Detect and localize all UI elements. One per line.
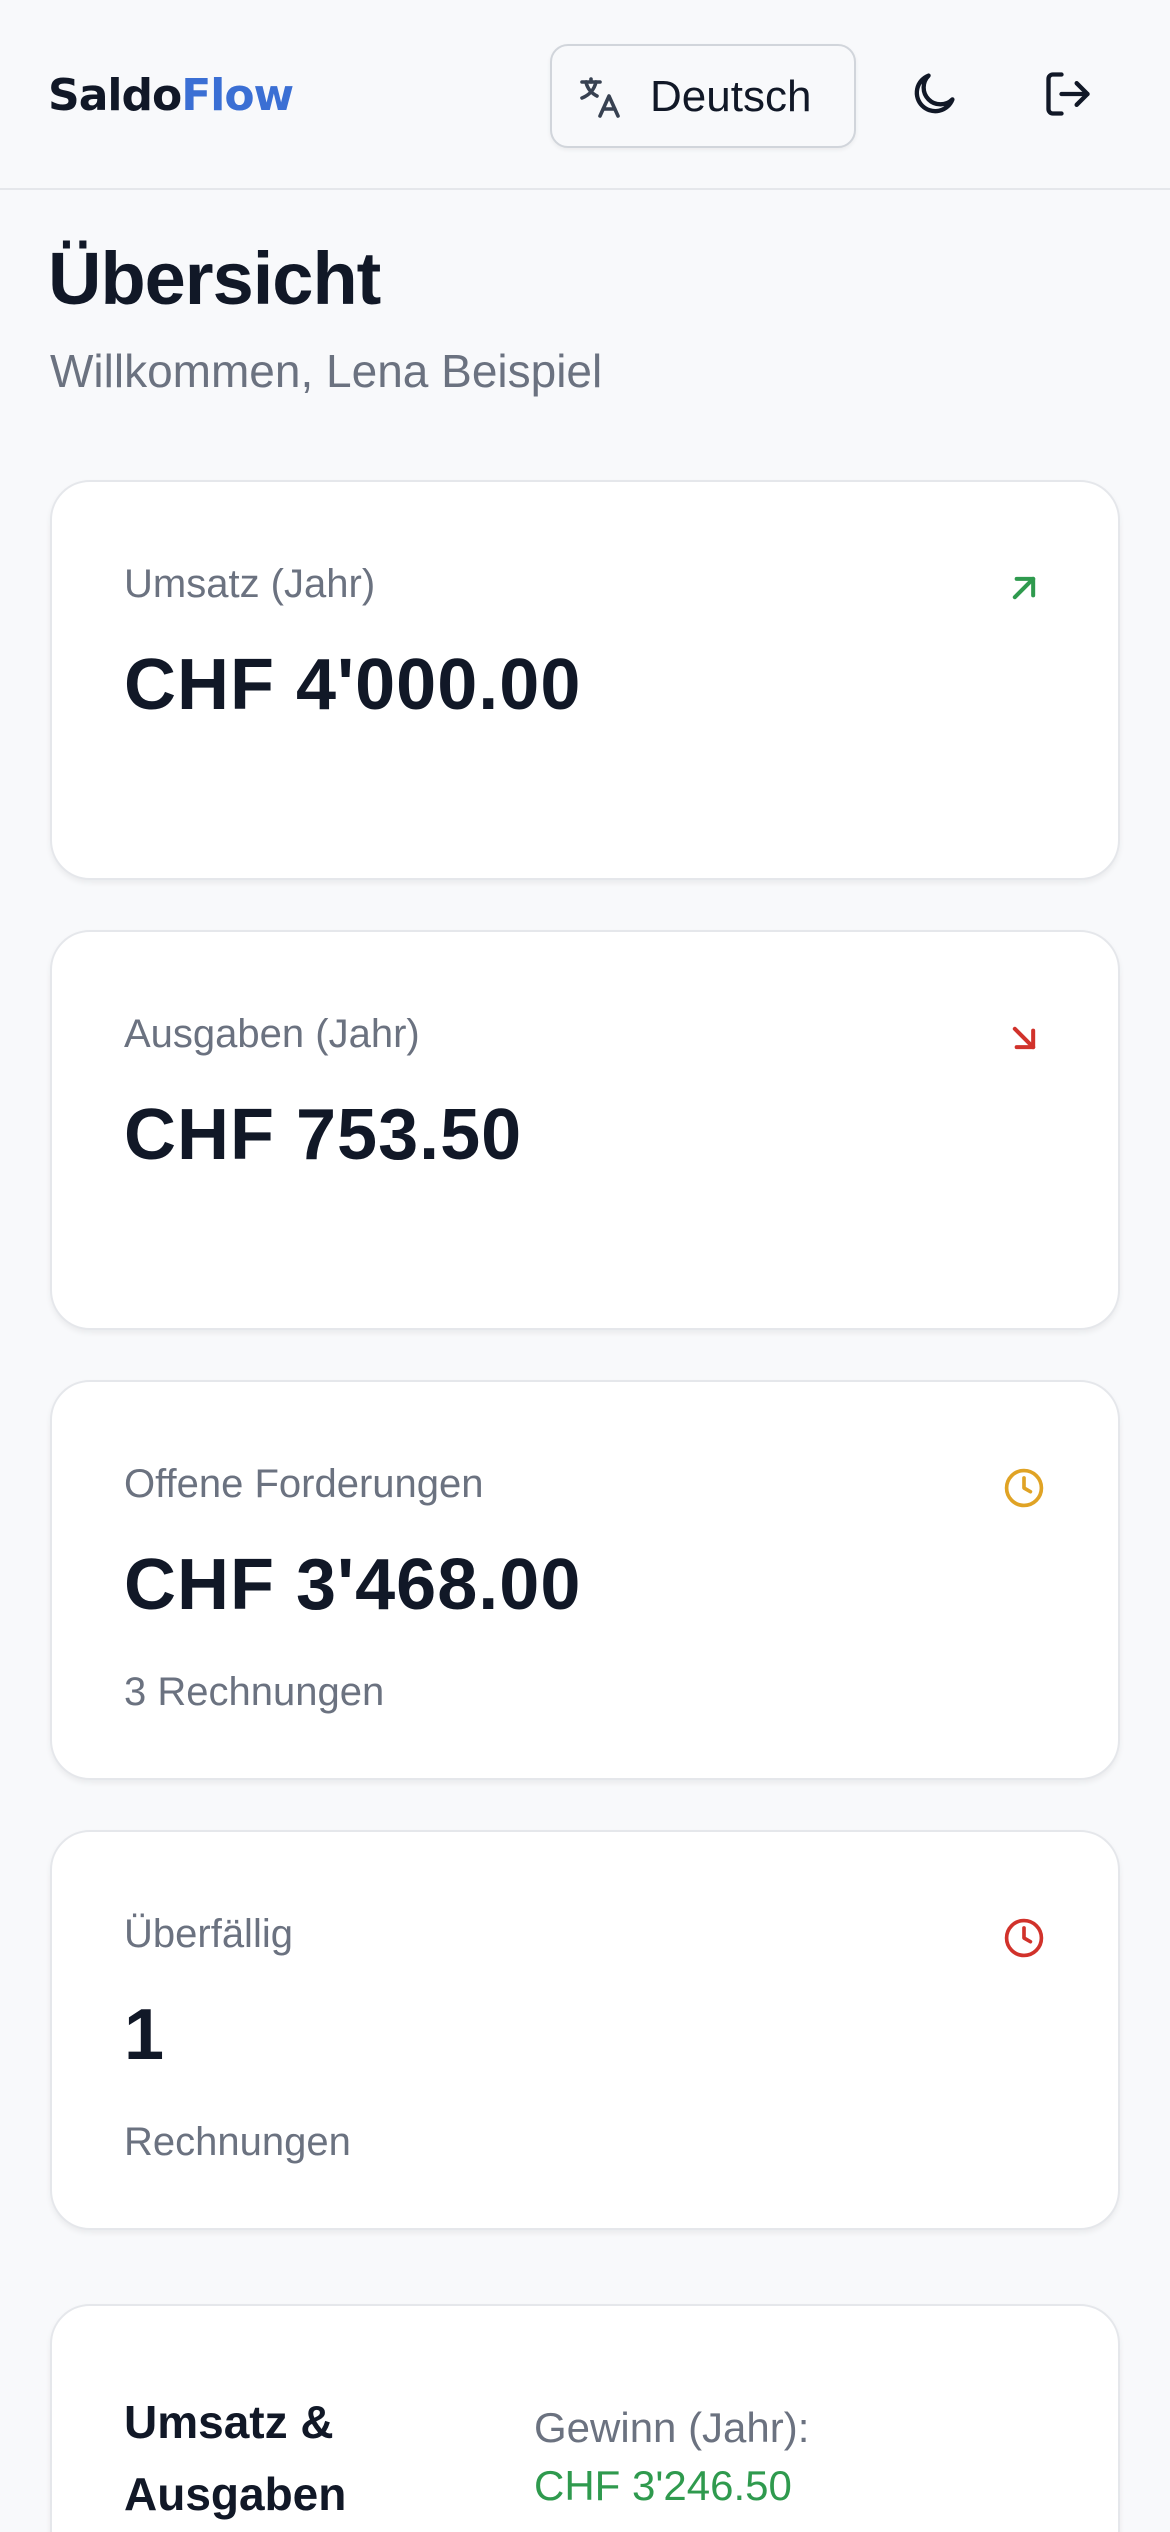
clock-icon [1004, 1468, 1044, 1508]
stat-label: Offene Forderungen [124, 1462, 484, 1506]
stat-subtext: Rechnungen [124, 2120, 351, 2164]
page-title: Übersicht [48, 237, 381, 320]
stat-value: CHF 753.50 [124, 1095, 523, 1175]
clock-icon [1004, 1918, 1044, 1958]
language-label: Deutsch [650, 72, 812, 121]
stat-card-open-receivables: Offene Forderungen CHF 3'468.00 3 Rechnu… [50, 1380, 1120, 1780]
stat-card-overdue: Überfällig 1 Rechnungen [50, 1830, 1120, 2230]
profit-label: Gewinn (Jahr): [534, 2404, 810, 2451]
revenue-expenses-card: Umsatz & Ausgaben Gewinn (Jahr): CHF 3'2… [50, 2304, 1120, 2532]
revenue-expenses-title: Umsatz & Ausgaben [124, 2396, 347, 2520]
stat-card-expenses: Ausgaben (Jahr) CHF 753.50 [50, 930, 1120, 1330]
translate-icon [580, 77, 620, 118]
arrow-up-right-icon [1012, 576, 1036, 600]
brand-name-part2: Flow [181, 70, 294, 121]
stat-value: 1 [124, 1995, 166, 2075]
arrow-down-right-icon [1012, 1026, 1036, 1050]
profit-value: CHF 3'246.50 [534, 2462, 792, 2509]
welcome-text: Willkommen, Lena Beispiel [50, 345, 603, 397]
stat-label: Ausgaben (Jahr) [124, 1012, 420, 1056]
stat-card-revenue: Umsatz (Jahr) CHF 4'000.00 [50, 480, 1120, 880]
logout-icon[interactable] [1042, 68, 1094, 120]
stat-value: CHF 3'468.00 [124, 1545, 582, 1625]
language-selector-button[interactable]: Deutsch [550, 44, 856, 148]
stat-subtext: 3 Rechnungen [124, 1670, 385, 1714]
stat-label: Überfällig [124, 1912, 293, 1956]
moon-icon[interactable] [908, 68, 960, 120]
stat-value: CHF 4'000.00 [124, 645, 582, 725]
brand-logo[interactable]: SaldoFlow [48, 70, 294, 121]
stat-label: Umsatz (Jahr) [124, 562, 376, 606]
app-header: SaldoFlow Deutsch [0, 0, 1170, 190]
brand-name-part1: Saldo [48, 70, 182, 121]
